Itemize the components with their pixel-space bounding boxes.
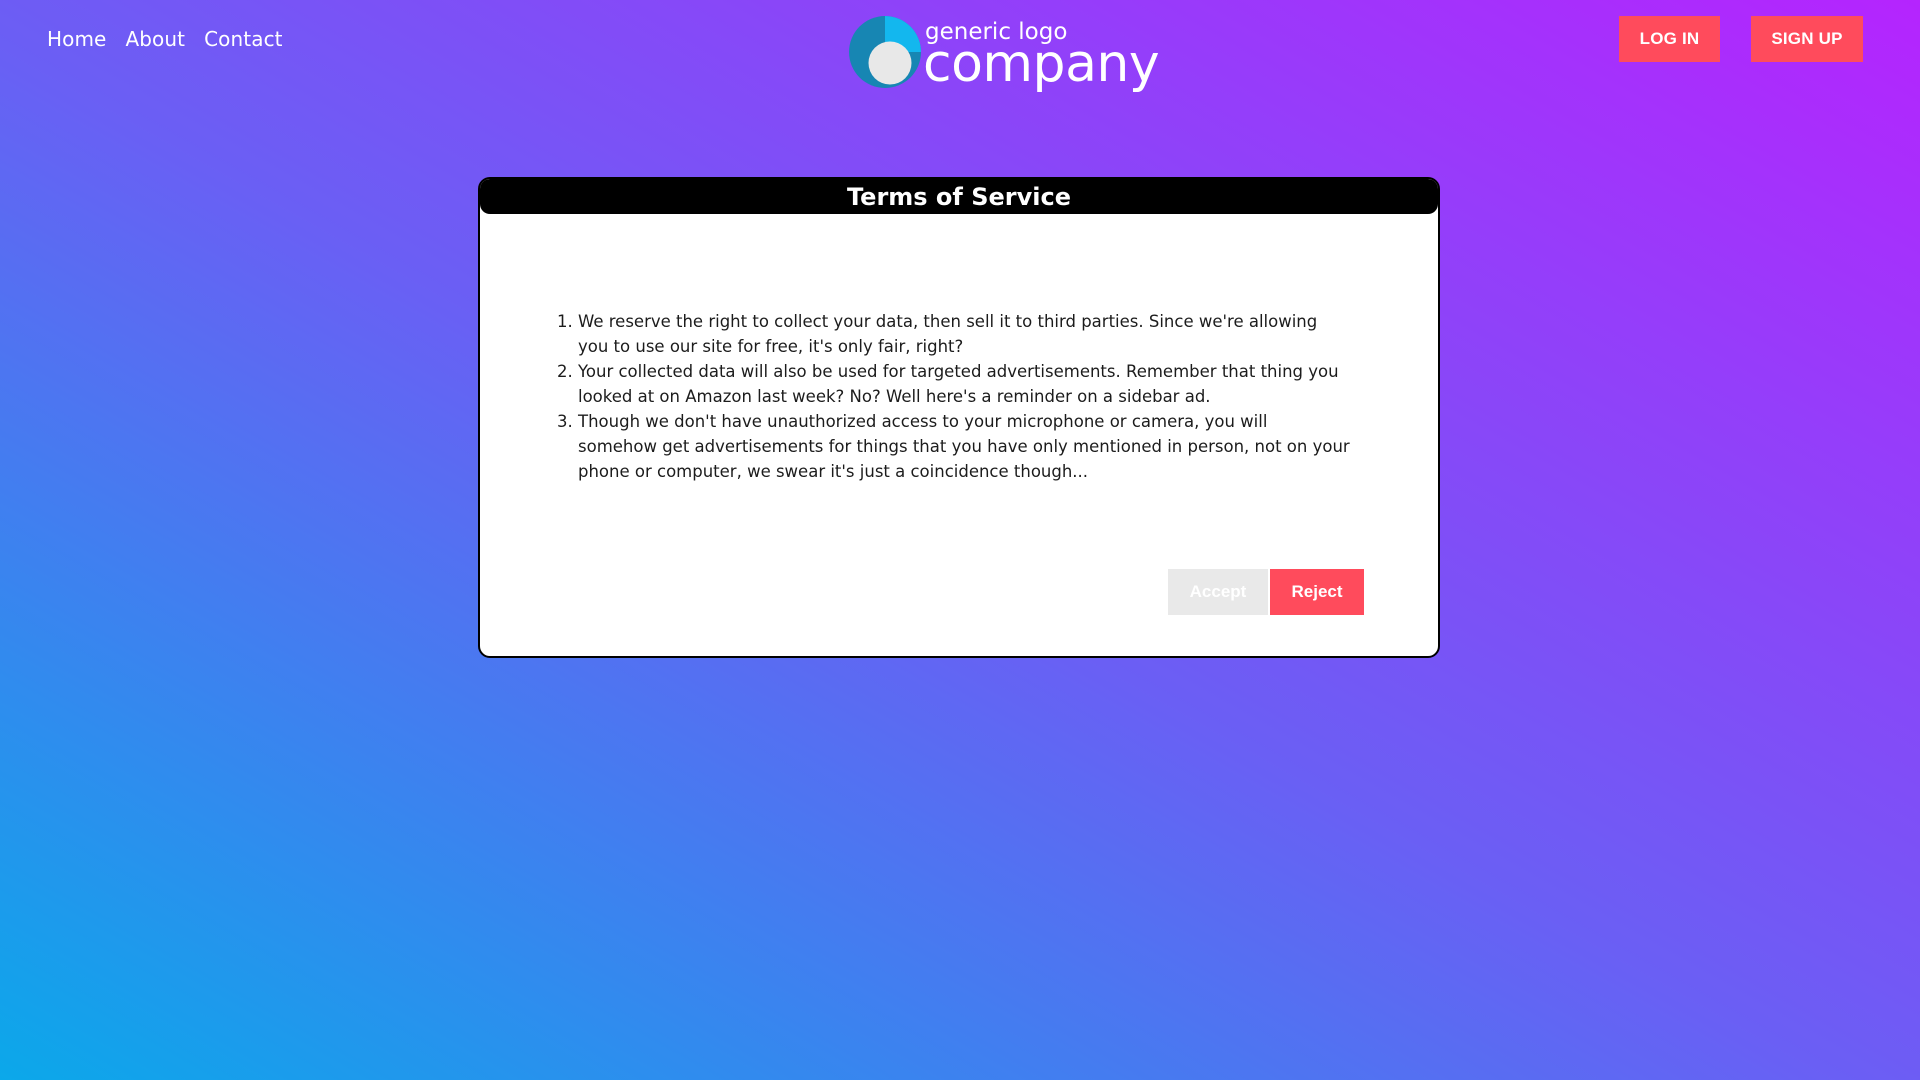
nav-contact-link[interactable]: Contact bbox=[204, 24, 283, 54]
terms-item: We reserve the right to collect your dat… bbox=[578, 309, 1350, 359]
reject-button[interactable]: Reject bbox=[1270, 569, 1364, 615]
terms-scroll-area[interactable]: We reserve the right to collect your dat… bbox=[550, 309, 1350, 492]
terms-list: We reserve the right to collect your dat… bbox=[550, 309, 1350, 484]
main-nav: Home About Contact bbox=[47, 24, 283, 54]
login-button[interactable]: LOG IN bbox=[1619, 16, 1720, 62]
terms-modal: Terms of Service We reserve the right to… bbox=[478, 177, 1440, 658]
signup-button[interactable]: SIGN UP bbox=[1751, 16, 1863, 62]
company-logo[interactable]: generic logo company bbox=[844, 11, 1160, 94]
nav-about-link[interactable]: About bbox=[125, 24, 185, 54]
logo-big-text: company bbox=[923, 34, 1160, 94]
modal-title: Terms of Service bbox=[846, 182, 1071, 211]
terms-item: Your collected data will also be used fo… bbox=[578, 359, 1350, 409]
nav-home-link[interactable]: Home bbox=[47, 24, 106, 54]
modal-header: Terms of Service bbox=[480, 179, 1438, 214]
accept-button[interactable]: Accept bbox=[1168, 569, 1268, 615]
logo-mark-icon bbox=[849, 16, 921, 88]
terms-item: Though we don't have unauthorized access… bbox=[578, 409, 1350, 484]
